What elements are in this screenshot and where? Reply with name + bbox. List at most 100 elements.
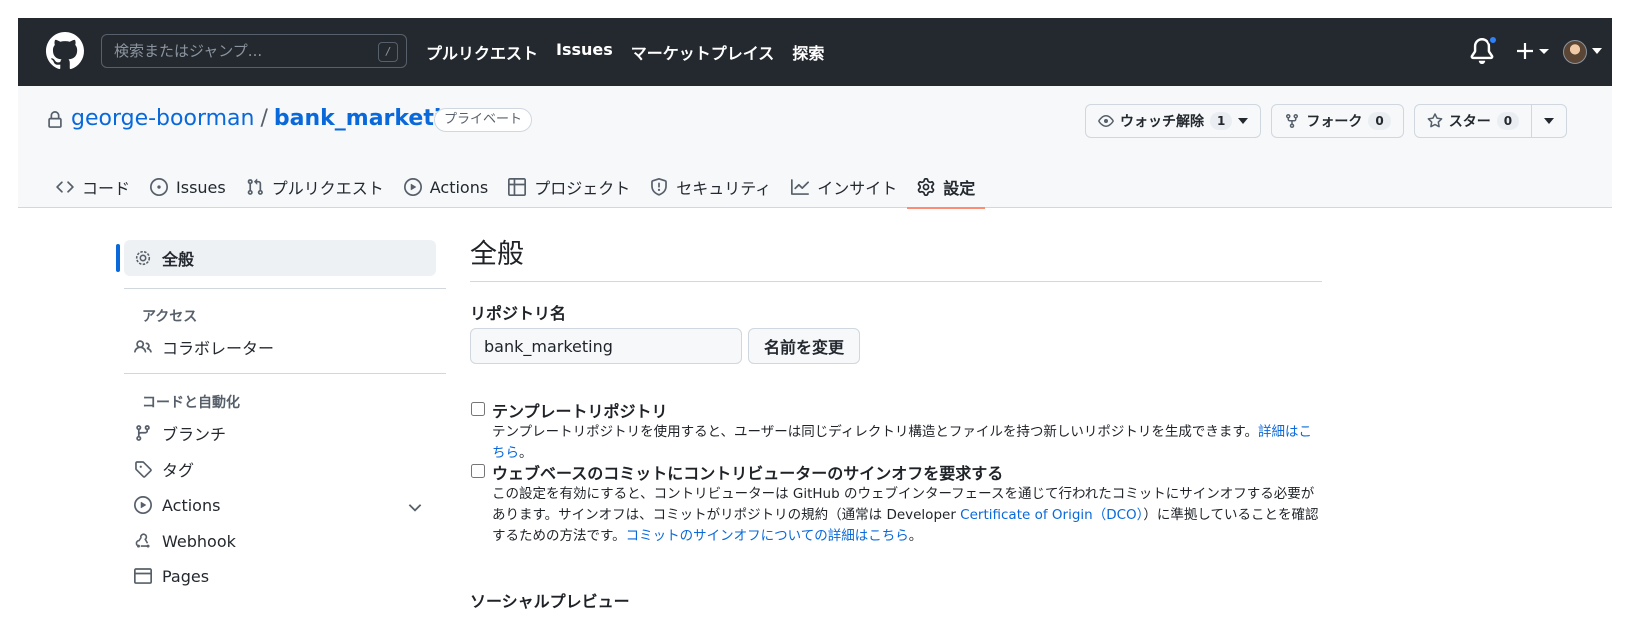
sidebar-item-general[interactable]: 全般 xyxy=(134,245,436,271)
star-caret-icon xyxy=(1544,118,1555,124)
sidebar-item-webhooks-label: Webhook xyxy=(162,531,236,551)
tab-issues[interactable]: Issues xyxy=(140,166,236,208)
user-avatar[interactable] xyxy=(1563,40,1587,64)
star-button-group: スター 0 xyxy=(1413,104,1568,138)
star-icon xyxy=(1427,113,1443,128)
sidebar-active-indicator xyxy=(116,244,120,272)
play-icon xyxy=(403,178,422,196)
branch-icon xyxy=(136,425,150,441)
tab-security-label: セキュリティ xyxy=(676,179,772,198)
signoff-desc-3a: するための方法です。 xyxy=(492,528,626,544)
tab-issues-label: Issues xyxy=(176,177,226,197)
signoff-desc-2b: ）に準拠していることを確認 xyxy=(1143,507,1319,523)
tab-settings[interactable]: 設定 xyxy=(907,166,986,209)
star-count: 0 xyxy=(1496,112,1520,130)
signoff-learn-more-link[interactable]: コミットのサインオフについての詳細はこちら xyxy=(626,528,909,544)
browser-viewport: / プルリクエスト Issues マーケットプレイス 探索 george-boo… xyxy=(18,18,1612,640)
rename-button[interactable]: 名前を変更 xyxy=(748,328,860,364)
nav-explore[interactable]: 探索 xyxy=(792,40,824,64)
fork-button[interactable]: フォーク 0 xyxy=(1271,104,1404,138)
sidebar-item-pages[interactable]: Pages xyxy=(134,563,436,589)
template-repo-checkbox[interactable] xyxy=(471,402,485,416)
repo-path-separator: / xyxy=(260,106,268,131)
signoff-desc-2a: あります。サインオフは、コミットがリポジトリの規約（通常は Developer xyxy=(492,507,961,523)
tab-projects-label: プロジェクト xyxy=(534,179,631,198)
tab-pull-requests[interactable]: プルリクエスト xyxy=(236,166,394,208)
watch-caret-icon xyxy=(1238,118,1249,124)
star-button[interactable]: スター 0 xyxy=(1413,104,1533,138)
avatar-caret-icon[interactable] xyxy=(1592,48,1602,54)
sidebar-divider xyxy=(124,373,446,374)
nav-pull-requests[interactable]: プルリクエスト xyxy=(426,40,538,64)
tab-code[interactable]: コード xyxy=(46,166,140,208)
watch-count: 1 xyxy=(1210,112,1233,130)
repo-name-label: リポジトリ名 xyxy=(470,304,567,323)
visibility-badge: プライベート xyxy=(434,108,533,132)
sidebar-item-tags[interactable]: タグ xyxy=(134,456,436,482)
repo-name-input[interactable] xyxy=(470,328,742,364)
chevron-down-icon[interactable] xyxy=(406,498,424,516)
tab-actions[interactable]: Actions xyxy=(394,166,498,208)
graph-icon xyxy=(791,179,810,195)
code-icon xyxy=(56,181,74,193)
browser-icon xyxy=(134,568,152,584)
eye-icon xyxy=(1098,115,1114,127)
template-desc-end: 。 xyxy=(519,445,533,461)
create-new-plus-icon[interactable] xyxy=(1515,39,1551,63)
dco-link[interactable]: Certificate of Origin（DCO） xyxy=(960,507,1143,523)
signoff-checkbox[interactable] xyxy=(471,464,485,478)
signoff-description: この設定を有効にすると、コントリビューターは GitHub のウェブインターフェ… xyxy=(492,484,1322,547)
sidebar-item-actions[interactable]: Actions xyxy=(134,492,436,518)
sidebar-item-tags-label: タグ xyxy=(162,461,195,480)
tab-actions-label: Actions xyxy=(429,177,489,197)
webhook-icon xyxy=(135,533,150,548)
sidebar-item-general-label: 全般 xyxy=(162,250,195,269)
global-search[interactable]: / xyxy=(101,34,407,68)
tab-settings-label: 設定 xyxy=(943,179,976,198)
signoff-title: ウェブベースのコミットにコントリビューターのサインオフを要求する xyxy=(492,464,1004,483)
gear-icon xyxy=(135,250,151,266)
notification-indicator xyxy=(1488,35,1498,45)
github-logo-icon[interactable] xyxy=(46,32,84,70)
tab-security[interactable]: セキュリティ xyxy=(640,166,781,208)
nav-marketplace[interactable]: マーケットプレイス xyxy=(631,40,775,64)
sidebar-item-collaborators-label: コラボレーター xyxy=(162,339,275,358)
unwatch-label: ウォッチ解除 xyxy=(1120,114,1204,130)
template-desc-text: テンプレートリポジトリを使用すると、ユーザーは同じディレクトリ構造とファイルを持… xyxy=(492,424,1258,440)
lock-icon xyxy=(48,111,62,128)
template-repo-description: テンプレートリポジトリを使用すると、ユーザーは同じディレクトリ構造とファイルを持… xyxy=(492,422,1322,464)
signoff-desc-line-1: この設定を有効にすると、コントリビューターは GitHub のウェブインターフェ… xyxy=(492,486,1315,502)
search-shortcut-key: / xyxy=(378,42,398,62)
star-label: スター xyxy=(1448,114,1491,130)
table-icon xyxy=(508,178,527,196)
global-nav: プルリクエスト Issues マーケットプレイス 探索 xyxy=(426,40,824,64)
tag-icon xyxy=(135,461,152,478)
tab-insights[interactable]: インサイト xyxy=(781,166,907,208)
signoff-desc-end: 。 xyxy=(908,528,923,544)
title-divider xyxy=(470,281,1322,282)
pull-request-icon xyxy=(247,178,263,195)
star-lists-dropdown[interactable] xyxy=(1532,104,1568,138)
signoff-desc-line-3: するための方法です。コミットのサインオフについての詳細はこちら。 xyxy=(492,526,1322,547)
template-repo-title: テンプレートリポジトリ xyxy=(492,402,668,421)
sidebar-item-webhooks[interactable]: Webhook xyxy=(134,528,436,554)
fork-icon xyxy=(1286,114,1299,129)
global-header: / プルリクエスト Issues マーケットプレイス 探索 xyxy=(18,18,1612,86)
search-input[interactable] xyxy=(114,41,364,61)
unwatch-button[interactable]: ウォッチ解除 1 xyxy=(1085,104,1262,138)
gear-icon xyxy=(917,178,935,196)
sidebar-item-branches-label: ブランチ xyxy=(162,425,227,444)
tab-code-label: コード xyxy=(82,179,131,198)
tab-projects[interactable]: プロジェクト xyxy=(498,166,640,208)
nav-issues[interactable]: Issues xyxy=(556,40,613,64)
repo-title: george-boorman / bank_marketing xyxy=(71,106,473,131)
tab-pull-requests-label: プルリクエスト xyxy=(271,179,384,198)
sidebar-item-branches[interactable]: ブランチ xyxy=(134,420,436,446)
sidebar-heading-code-automation: コードと自動化 xyxy=(142,395,240,411)
page-title: 全般 xyxy=(470,239,524,270)
repo-owner-link[interactable]: george-boorman xyxy=(71,106,254,131)
sidebar-item-collaborators[interactable]: コラボレーター xyxy=(134,334,436,360)
fork-count: 0 xyxy=(1368,112,1391,130)
play-icon xyxy=(134,496,152,514)
issue-icon xyxy=(150,178,169,196)
